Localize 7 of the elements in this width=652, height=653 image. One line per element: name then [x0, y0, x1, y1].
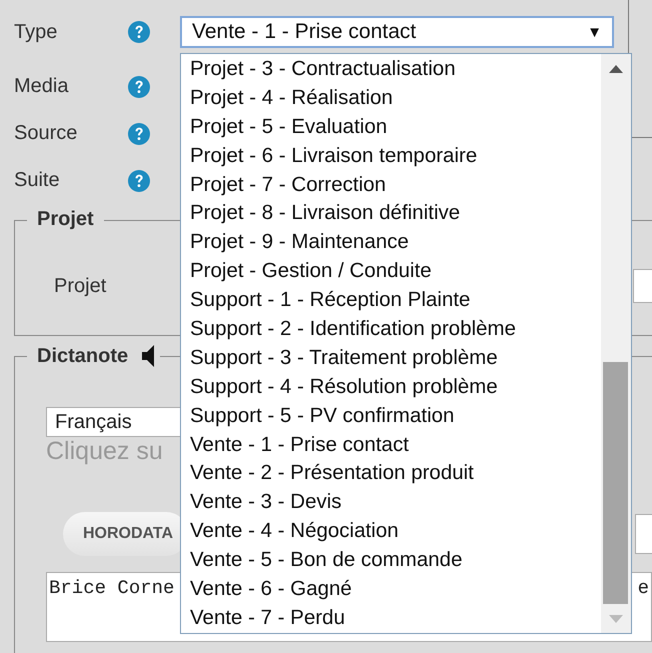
- projet-label: Projet: [54, 274, 106, 298]
- field-label: Suite: [14, 169, 61, 192]
- section-legend: Projet: [27, 208, 104, 231]
- dictation-hint: Cliquez su: [46, 437, 163, 466]
- field-label: Type: [14, 20, 58, 44]
- field-label: Media: [14, 75, 70, 98]
- field-label: Source: [14, 122, 78, 145]
